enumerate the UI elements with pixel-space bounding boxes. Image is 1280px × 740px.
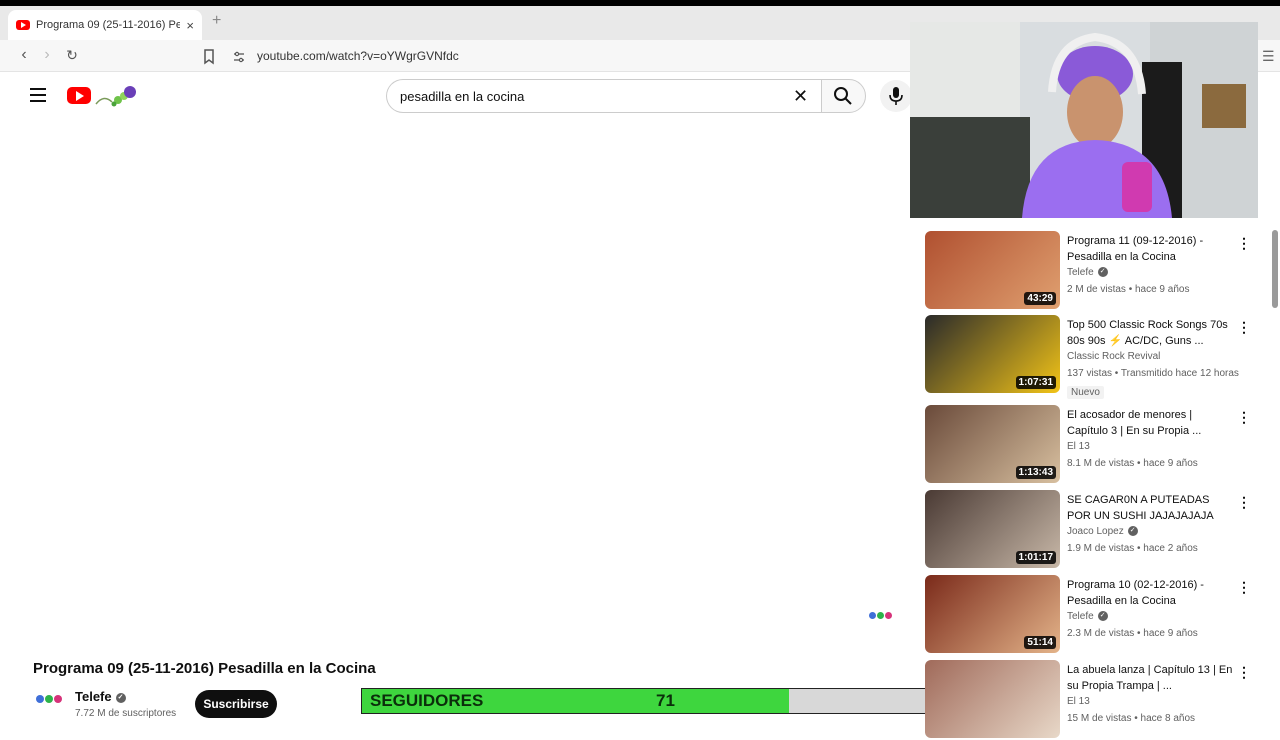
video-duration: 1:13:43 — [1015, 466, 1056, 479]
verified-icon: ✓ — [115, 692, 126, 703]
video-thumbnail[interactable]: 43:29 — [925, 231, 1060, 309]
video-player[interactable] — [8, 122, 904, 642]
video-meta: 2 M de vistas • hace 9 años — [1067, 284, 1190, 295]
browser-tab[interactable]: Programa 09 (25-11-2016) Pesa × — [8, 10, 202, 40]
video-thumbnail[interactable]: 1:07:31 — [925, 315, 1060, 393]
reload-icon[interactable]: ↻ — [62, 47, 82, 64]
channel-name-text: Telefe — [75, 689, 112, 704]
loading-spinner-icon — [869, 606, 895, 619]
channel-name-text: Telefe — [1067, 611, 1094, 622]
tab-title: Programa 09 (25-11-2016) Pesa — [36, 19, 181, 31]
video-thumbnail[interactable]: 1:13:43 — [925, 405, 1060, 483]
mic-icon — [889, 87, 903, 105]
channel-name[interactable]: El 13 — [1067, 696, 1090, 707]
youtube-favicon-icon — [16, 20, 30, 30]
kebab-icon[interactable]: ⋮ — [1237, 409, 1251, 426]
doodle-logo[interactable] — [94, 84, 140, 108]
video-duration: 43:29 — [1024, 292, 1056, 305]
kebab-icon[interactable]: ⋮ — [1237, 494, 1251, 511]
channel-name[interactable]: El 13 — [1067, 441, 1090, 452]
video-duration: 1:01:17 — [1015, 551, 1056, 564]
bookmark-icon[interactable] — [202, 49, 216, 65]
url-field[interactable]: youtube.com/watch?v=oYWgrGVNfdc — [257, 49, 459, 63]
streamer-webcam-image — [910, 22, 1258, 218]
new-badge: Nuevo — [1067, 386, 1104, 399]
forward-icon[interactable]: › — [37, 46, 57, 64]
video-thumbnail[interactable]: 1:01:17 — [925, 490, 1060, 568]
video-thumbnail[interactable] — [925, 660, 1060, 738]
guide-menu-icon[interactable] — [30, 88, 46, 102]
video-meta: 15 M de vistas • hace 8 años — [1067, 713, 1196, 724]
close-tab-icon[interactable]: × — [186, 18, 194, 33]
recommendation-item[interactable]: 1:13:43 El acosador de menores | Capítulo… — [925, 405, 1255, 485]
search-button[interactable] — [821, 79, 866, 113]
video-meta: 137 vistas • Transmitido hace 12 horas — [1067, 368, 1239, 379]
clear-icon[interactable]: ✕ — [793, 86, 808, 107]
voice-search-button[interactable] — [880, 80, 912, 112]
channel-name-text: Joaco Lopez — [1067, 526, 1124, 537]
new-tab-icon[interactable]: + — [212, 12, 221, 30]
video-title[interactable]: SE CAGAR0N A PUTEADAS POR UN SUSHI JAJAJ… — [1067, 492, 1235, 524]
recommendation-item[interactable]: 51:14 Programa 10 (02-12-2016) - Pesadill… — [925, 575, 1255, 655]
top-strip — [0, 0, 1280, 6]
kebab-icon[interactable]: ⋮ — [1237, 579, 1251, 596]
video-title[interactable]: Top 500 Classic Rock Songs 70s 80s 90s ⚡… — [1067, 317, 1235, 349]
recommendation-item[interactable]: 1:01:17 SE CAGAR0N A PUTEADAS POR UN SUSH… — [925, 490, 1255, 570]
channel-name[interactable]: Telefe ✓ — [1067, 611, 1108, 622]
webcam-overlay — [910, 22, 1258, 218]
subscriber-count: 7.72 M de suscriptores — [75, 708, 177, 719]
channel-name-text: Classic Rock Revival — [1067, 351, 1161, 362]
channel-name[interactable]: Telefe ✓ — [75, 689, 126, 704]
verified-icon: ✓ — [1127, 526, 1138, 537]
channel-name-text: El 13 — [1067, 696, 1090, 707]
recommendation-item[interactable]: La abuela lanza | Capítulo 13 | En su Pr… — [925, 660, 1255, 740]
verified-icon: ✓ — [1097, 267, 1108, 278]
channel-name-text: Telefe — [1067, 267, 1094, 278]
video-title[interactable]: El acosador de menores | Capítulo 3 | En… — [1067, 407, 1235, 439]
recommendation-item[interactable]: 43:29 Programa 11 (09-12-2016) - Pesadill… — [925, 231, 1255, 311]
search-input[interactable]: pesadilla en la cocina ✕ — [386, 79, 822, 113]
scrollbar[interactable] — [1272, 230, 1278, 308]
channel-name-text: El 13 — [1067, 441, 1090, 452]
video-duration: 1:07:31 — [1015, 376, 1056, 389]
recommendation-item[interactable]: 1:07:31 Top 500 Classic Rock Songs 70s 80… — [925, 315, 1255, 399]
search-icon — [834, 87, 852, 105]
video-duration: 51:14 — [1024, 636, 1056, 649]
back-icon[interactable]: ‹ — [14, 46, 34, 64]
subscribe-button[interactable]: Suscribirse — [195, 690, 277, 718]
video-meta: 8.1 M de vistas • hace 9 años — [1067, 458, 1198, 469]
video-title: Programa 09 (25-11-2016) Pesadilla en la… — [33, 660, 376, 677]
followers-progress-bar: SEGUIDORES 71 100 — [361, 688, 964, 714]
channel-name[interactable]: Joaco Lopez ✓ — [1067, 526, 1138, 537]
site-info-icon[interactable] — [233, 51, 245, 63]
youtube-logo[interactable] — [67, 87, 91, 104]
video-title[interactable]: La abuela lanza | Capítulo 13 | En su Pr… — [1067, 662, 1235, 694]
kebab-icon[interactable]: ⋮ — [1237, 319, 1251, 336]
verified-icon: ✓ — [1097, 611, 1108, 622]
video-meta: 2.3 M de vistas • hace 9 años — [1067, 628, 1198, 639]
menu-icon[interactable]: ☰ — [1262, 48, 1275, 65]
channel-name[interactable]: Telefe ✓ — [1067, 267, 1108, 278]
kebab-icon[interactable]: ⋮ — [1237, 664, 1251, 681]
video-title[interactable]: Programa 11 (09-12-2016) - Pesadilla en … — [1067, 233, 1235, 265]
kebab-icon[interactable]: ⋮ — [1237, 235, 1251, 252]
followers-count: 71 — [656, 691, 675, 710]
search-query: pesadilla en la cocina — [400, 89, 525, 104]
followers-label: SEGUIDORES — [370, 691, 484, 710]
video-thumbnail[interactable]: 51:14 — [925, 575, 1060, 653]
video-meta: 1.9 M de vistas • hace 2 años — [1067, 543, 1198, 554]
channel-avatar[interactable] — [36, 692, 64, 710]
channel-name[interactable]: Classic Rock Revival — [1067, 351, 1160, 362]
video-title[interactable]: Programa 10 (02-12-2016) - Pesadilla en … — [1067, 577, 1235, 609]
